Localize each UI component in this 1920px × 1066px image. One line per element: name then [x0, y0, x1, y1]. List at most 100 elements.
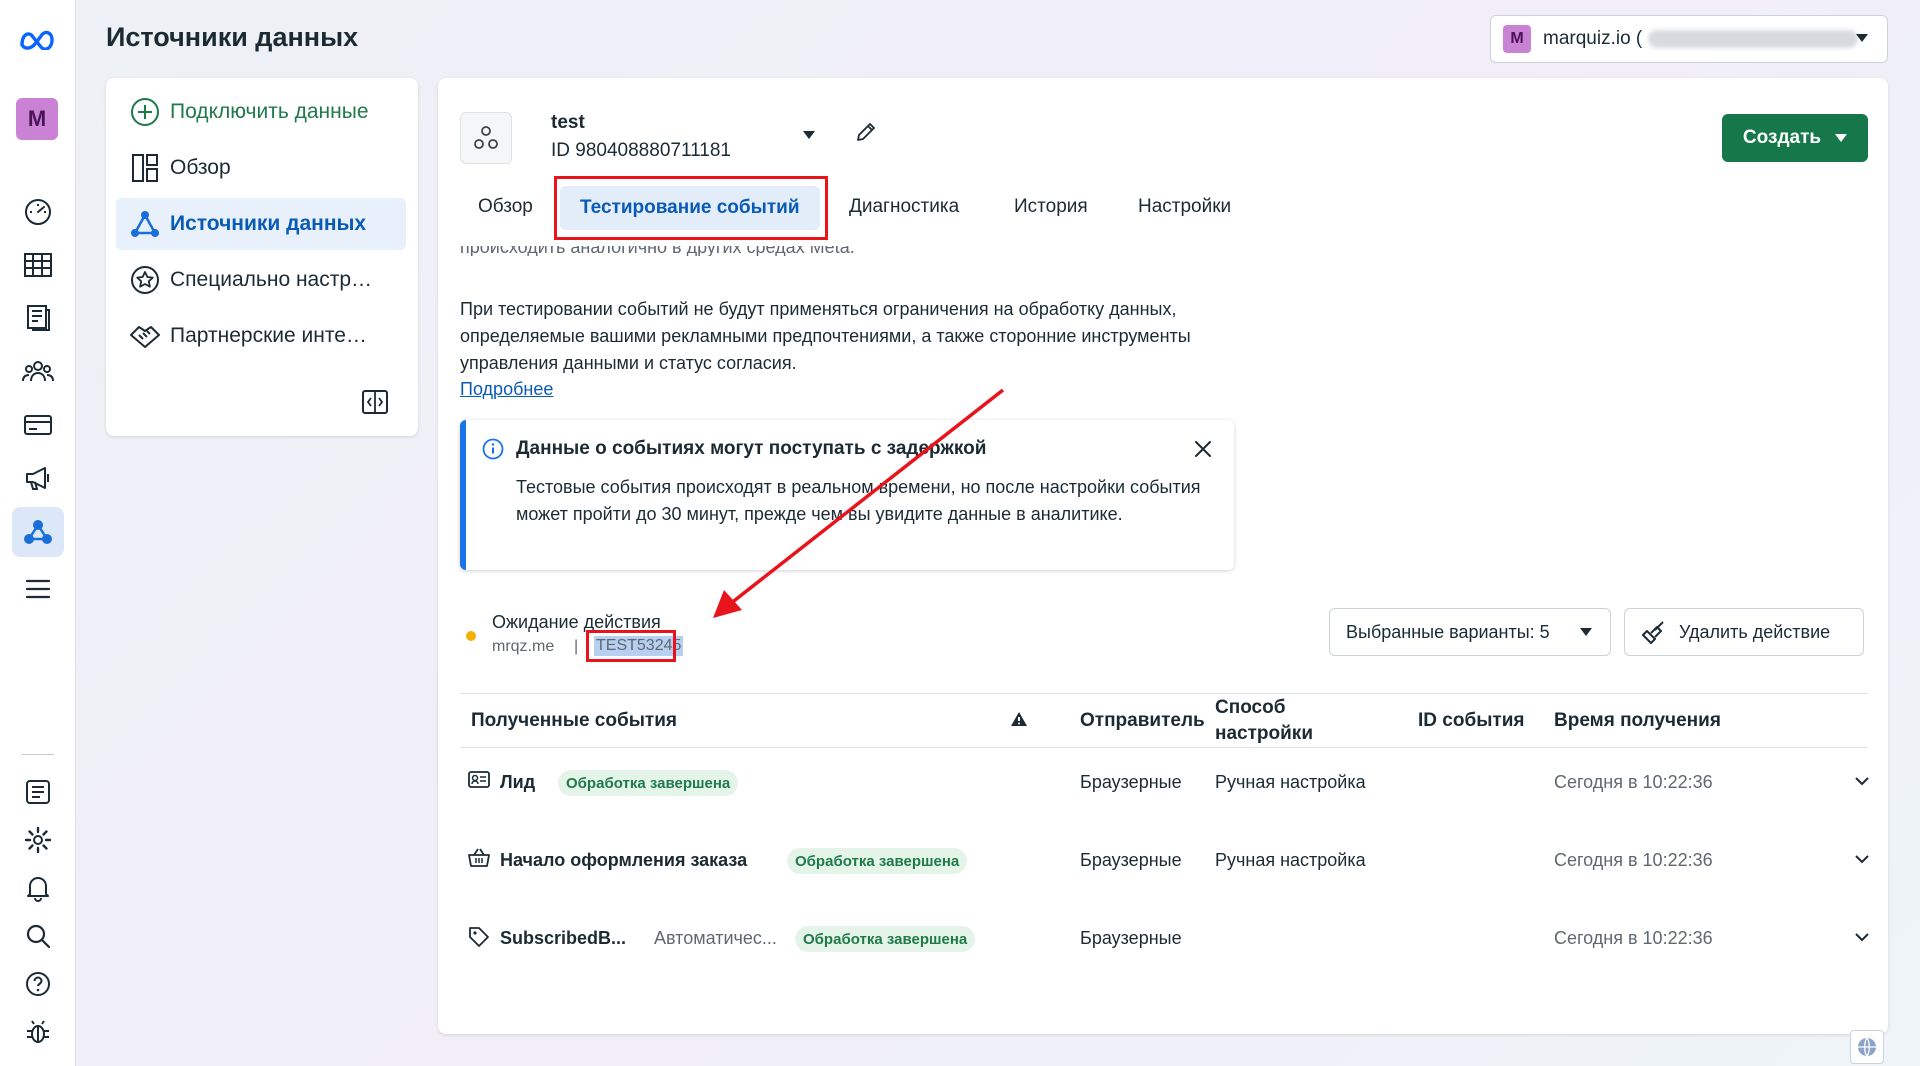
dashboard-gauge-icon[interactable]	[12, 187, 64, 237]
table-row[interactable]: Лид Обработка завершена Браузерные Ручна…	[460, 754, 1870, 814]
selected-variants-dropdown[interactable]: Выбранные варианты: 5	[1329, 608, 1611, 656]
page-title: Источники данных	[106, 22, 359, 52]
tag-icon	[469, 927, 489, 947]
col-header-events: Полученные события	[471, 710, 678, 731]
menu-icon[interactable]	[12, 564, 64, 614]
notice-body: Тестовые события происходят в реальном в…	[516, 477, 1201, 524]
pending-status-dot	[466, 631, 476, 641]
dataset-id: ID 980408880711181	[551, 140, 731, 161]
caret-down-icon	[1580, 628, 1592, 636]
status-badge: Обработка завершена	[558, 770, 739, 796]
bug-report-icon[interactable]	[12, 1007, 64, 1057]
news-icon[interactable]	[12, 767, 64, 817]
side-nav: Подключить данные Обзор Источники данных…	[106, 78, 418, 436]
delete-label: Удалить действие	[1679, 621, 1831, 642]
variants-label: Выбранные варианты: 5	[1346, 621, 1550, 642]
annotation-highlight-tab	[554, 176, 828, 240]
account-avatar: M	[1503, 25, 1531, 53]
basket-icon	[468, 848, 490, 867]
left-rail: M	[0, 0, 76, 1066]
chevron-down-icon[interactable]	[1854, 932, 1870, 942]
chevron-down-icon[interactable]	[1854, 854, 1870, 864]
event-sender: Браузерные	[1080, 772, 1182, 792]
event-time: Сегодня в 10:22:36	[1554, 772, 1713, 792]
col-header-time: Время получения	[1554, 710, 1721, 731]
event-time: Сегодня в 10:22:36	[1554, 850, 1713, 870]
data-sources-icon	[128, 207, 162, 241]
meta-logo-icon[interactable]	[12, 14, 64, 64]
audiences-icon[interactable]	[12, 346, 64, 396]
id-card-icon	[468, 771, 490, 788]
megaphone-icon[interactable]	[12, 453, 64, 503]
table-grid-icon[interactable]	[12, 240, 64, 290]
col-header-event-id: ID события	[1418, 710, 1525, 731]
account-selector[interactable]: M marquiz.io (	[1490, 15, 1888, 63]
nav-partner-integrations[interactable]: Партнерские инте…	[116, 310, 406, 362]
warning-icon[interactable]	[1010, 711, 1028, 727]
caret-down-icon	[1835, 134, 1848, 142]
dataset-icon	[460, 112, 512, 164]
search-icon[interactable]	[12, 911, 64, 961]
create-button[interactable]: Создать	[1722, 114, 1868, 162]
table-header-divider	[460, 747, 1868, 748]
event-sender: Браузерные	[1080, 850, 1182, 870]
globe-icon[interactable]	[1850, 1030, 1884, 1064]
tab-settings[interactable]: Настройки	[1138, 196, 1231, 218]
col-header-sender: Отправитель	[1080, 710, 1205, 731]
dataset-caret-down-icon[interactable]	[802, 130, 816, 140]
rail-divider	[22, 754, 54, 755]
event-name: SubscribedB...	[500, 928, 627, 948]
info-icon	[482, 438, 504, 460]
account-id-redacted	[1648, 30, 1859, 48]
event-sender: Браузерные	[1080, 928, 1182, 948]
overview-icon	[128, 151, 162, 185]
nav-label: Подключить данные	[170, 100, 369, 123]
business-avatar[interactable]: M	[16, 98, 58, 140]
nav-data-sources[interactable]: Источники данных	[116, 198, 406, 250]
close-icon[interactable]	[1194, 440, 1212, 458]
notifications-bell-icon[interactable]	[12, 863, 64, 913]
events-manager-icon[interactable]	[12, 507, 64, 557]
event-time: Сегодня в 10:22:36	[1554, 928, 1713, 948]
star-badge-icon	[128, 263, 162, 297]
dataset-name: test	[551, 112, 585, 133]
help-icon[interactable]	[12, 959, 64, 1009]
tab-overview[interactable]: Обзор	[478, 196, 533, 218]
notice-title: Данные о событиях могут поступать с заде…	[516, 438, 987, 459]
broom-icon	[1642, 621, 1664, 644]
scrolled-text-fragment: происходить аналогично в других средах M…	[460, 246, 855, 256]
event-method: Ручная настройка	[1215, 772, 1366, 792]
chevron-down-icon[interactable]	[1854, 776, 1870, 786]
nav-custom-conversions[interactable]: Специально настр…	[116, 254, 406, 306]
testing-info-paragraph: При тестировании событий не будут примен…	[460, 299, 1191, 373]
event-name: Лид	[500, 772, 536, 792]
table-row[interactable]: SubscribedB... Автоматичес... Обработка …	[460, 910, 1870, 970]
event-name: Начало оформления заказа	[500, 850, 748, 870]
edit-pencil-icon[interactable]	[854, 120, 878, 144]
nav-connect-data[interactable]: Подключить данные	[116, 86, 406, 138]
table-top-divider	[460, 693, 1868, 694]
annotation-highlight-code	[586, 630, 676, 662]
account-name: marquiz.io (	[1543, 28, 1643, 49]
pages-icon[interactable]	[12, 293, 64, 343]
caret-down-icon	[1856, 34, 1868, 42]
nav-overview[interactable]: Обзор	[116, 142, 406, 194]
billing-card-icon[interactable]	[12, 400, 64, 450]
status-badge: Обработка завершена	[795, 926, 976, 952]
nav-label: Специально настр…	[170, 268, 373, 291]
event-extra: Автоматичес...	[654, 928, 777, 948]
tab-history[interactable]: История	[1014, 196, 1088, 218]
collapse-panel-icon[interactable]	[362, 390, 388, 414]
main-panel: test ID 980408880711181 Создать Обзор Те…	[438, 78, 1888, 1034]
status-badge: Обработка завершена	[787, 848, 968, 874]
status-domain: mrqz.me	[492, 638, 555, 655]
settings-gear-icon[interactable]	[12, 815, 64, 865]
col-header-method: Способ настройки	[1215, 697, 1313, 744]
learn-more-link[interactable]: Подробнее	[460, 379, 553, 400]
nav-label: Партнерские инте…	[170, 324, 367, 347]
nav-label: Обзор	[170, 156, 231, 179]
table-row[interactable]: Начало оформления заказа Обработка завер…	[460, 832, 1870, 892]
delay-notice: Данные о событиях могут поступать с заде…	[460, 420, 1234, 570]
clear-activity-button[interactable]: Удалить действие	[1624, 608, 1864, 656]
tab-diagnostics[interactable]: Диагностика	[849, 196, 959, 218]
